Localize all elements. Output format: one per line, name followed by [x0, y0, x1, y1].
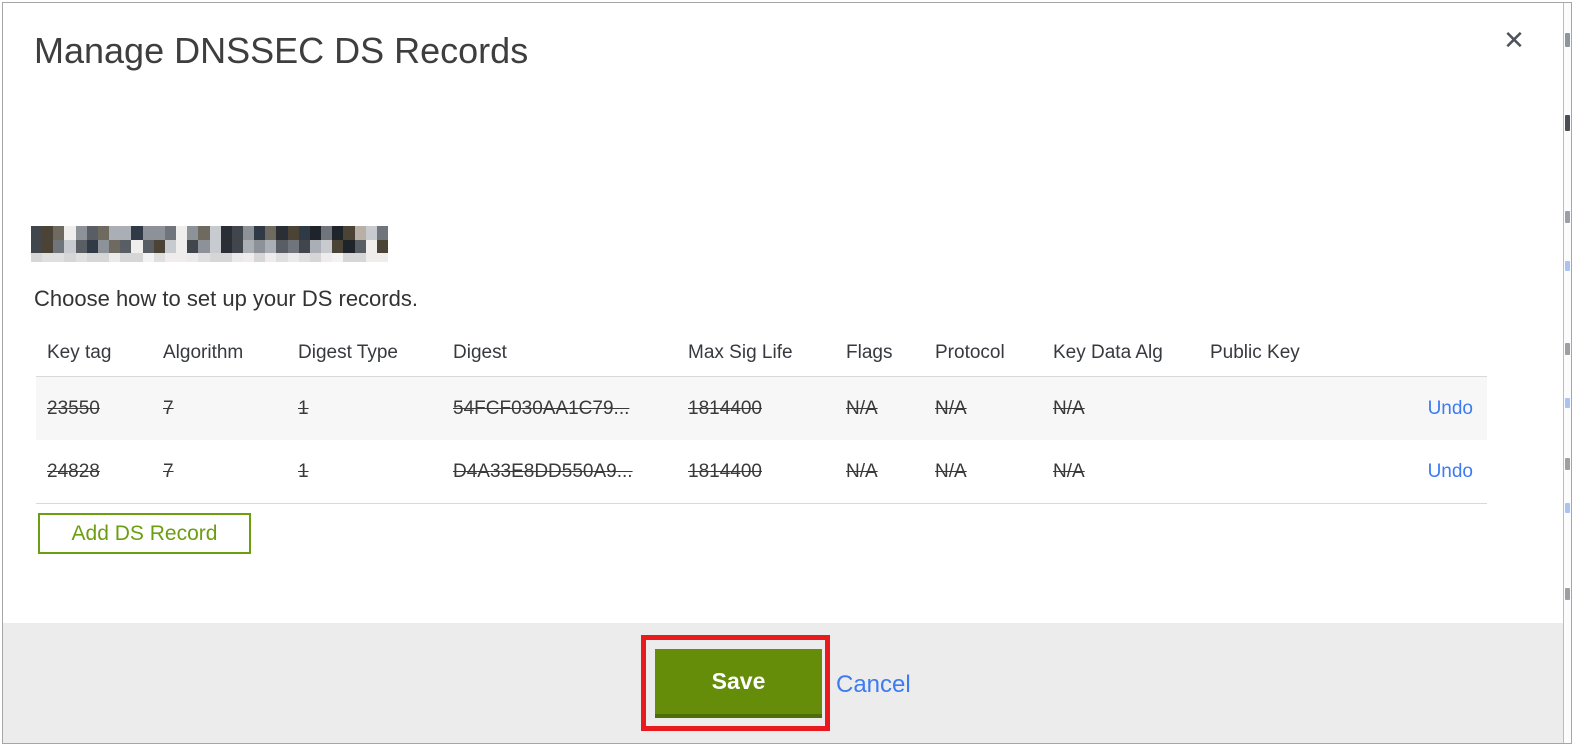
cell-key-tag: 24828: [36, 440, 152, 504]
setup-instruction: Choose how to set up your DS records.: [34, 286, 418, 311]
column-header-public-key: Public Key: [1199, 330, 1359, 377]
background-text-fragment: [1565, 343, 1570, 355]
cell-protocol: N/A: [935, 397, 967, 419]
page-title: Manage DNSSEC DS Records: [34, 30, 529, 71]
column-header-max-sig-life: Max Sig Life: [677, 330, 835, 377]
save-button[interactable]: Save: [655, 649, 822, 718]
undo-link[interactable]: Undo: [1428, 461, 1473, 482]
column-header-action: [1359, 330, 1487, 377]
background-text-fragment: [1565, 33, 1570, 47]
background-text-fragment: [1565, 211, 1570, 223]
background-text-fragment: [1565, 115, 1570, 131]
column-header-protocol: Protocol: [924, 330, 1042, 377]
column-header-digest-type: Digest Type: [287, 330, 442, 377]
cell-public-key: [1199, 377, 1359, 441]
background-text-fragment: [1565, 261, 1570, 271]
cell-digest: 54FCF030AA1C79...: [453, 397, 630, 419]
table-row: 23550 7 1 54FCF030AA1C79... 1814400 N/A …: [36, 376, 1487, 441]
undo-link[interactable]: Undo: [1428, 398, 1473, 419]
cell-key-tag: 23550: [47, 397, 100, 419]
cell-key-data-alg: N/A: [1042, 440, 1199, 504]
dnssec-dialog: Manage DNSSEC DS Records ✕ Choose how to…: [0, 0, 1574, 746]
cell-max-sig-life: 1814400: [688, 397, 762, 419]
cell-action: Undo: [1359, 440, 1487, 504]
background-text-fragment: [1565, 588, 1570, 600]
table-row: 24828 7 1 D4A33E8DD550A9... 1814400 N/A …: [36, 440, 1487, 504]
add-ds-record-button[interactable]: Add DS Record: [38, 513, 251, 554]
column-header-key-data-alg: Key Data Alg: [1042, 330, 1199, 377]
cell-digest: D4A33E8DD550A9...: [442, 440, 677, 504]
cell-public-key: [1199, 440, 1359, 504]
background-page-sliver: [1563, 3, 1571, 743]
cell-algorithm: 7: [152, 440, 287, 504]
table-header-row: Key tag Algorithm Digest Type Digest Max…: [36, 330, 1487, 377]
column-header-key-tag: Key tag: [36, 330, 152, 377]
cell-digest-type: 1: [287, 440, 442, 504]
cancel-link[interactable]: Cancel: [836, 671, 911, 699]
ds-records-table: Key tag Algorithm Digest Type Digest Max…: [36, 330, 1487, 504]
cell-action: Undo: [1359, 377, 1487, 441]
close-icon[interactable]: ✕: [1494, 20, 1534, 60]
cell-protocol: N/A: [924, 440, 1042, 504]
background-text-fragment: [1565, 503, 1570, 513]
column-header-flags: Flags: [835, 330, 924, 377]
cell-algorithm: 7: [163, 397, 174, 419]
redacted-domain-name: [31, 226, 388, 262]
cell-digest-type: 1: [298, 397, 309, 419]
cell-key-data-alg: N/A: [1053, 397, 1085, 419]
cell-max-sig-life: 1814400: [677, 440, 835, 504]
cell-flags: N/A: [835, 440, 924, 504]
column-header-digest: Digest: [442, 330, 677, 377]
column-header-algorithm: Algorithm: [152, 330, 287, 377]
background-text-fragment: [1565, 398, 1570, 408]
cell-flags: N/A: [846, 397, 878, 419]
background-text-fragment: [1565, 458, 1570, 470]
